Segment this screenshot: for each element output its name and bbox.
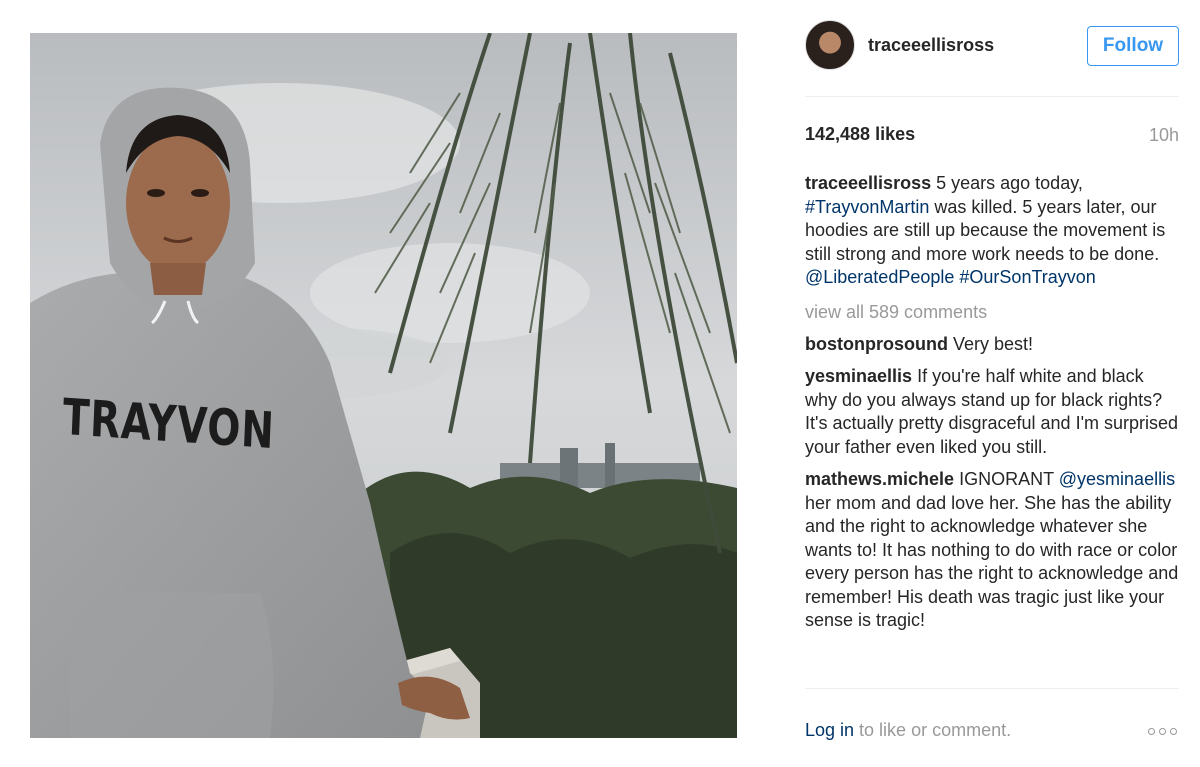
follow-button[interactable]: Follow — [1087, 26, 1179, 66]
more-options-icon[interactable] — [1148, 728, 1177, 735]
avatar[interactable] — [805, 20, 855, 70]
post-timestamp[interactable]: 10h — [1149, 125, 1179, 146]
more-dot — [1148, 728, 1155, 735]
comment-text: Very best! — [953, 333, 1034, 354]
comment-item: bostonprosound Very best! — [805, 333, 1179, 357]
mention-link[interactable]: @LiberatedPeople — [805, 267, 954, 287]
more-dot — [1170, 728, 1177, 735]
hashtag-link[interactable]: #TrayvonMartin — [805, 197, 929, 217]
comments-list[interactable]: traceeellisross 5 years ago today, #Tray… — [805, 172, 1179, 687]
comment-item: yesminaellis If you're half white and bl… — [805, 365, 1179, 459]
post-footer: Log in to like or comment. — [805, 720, 1179, 746]
login-link[interactable]: Log in — [805, 720, 854, 740]
header-divider — [805, 96, 1179, 97]
footer-divider — [805, 688, 1179, 689]
more-dot — [1159, 728, 1166, 735]
view-all-comments-link[interactable]: view all 589 comments — [805, 301, 1179, 324]
likes-count[interactable]: 142,488 likes — [805, 124, 915, 145]
caption-author[interactable]: traceeellisross — [805, 173, 931, 193]
post-stats: 142,488 likes 10h — [805, 124, 1179, 148]
post-header: traceeellisross Follow — [805, 18, 1179, 74]
caption-text: 5 years ago today, — [936, 173, 1083, 193]
login-prompt-text: to like or comment. — [854, 720, 1012, 740]
comment-author[interactable]: mathews.michele — [805, 469, 954, 489]
comment-author[interactable]: bostonprosound — [805, 334, 948, 354]
instagram-post-page: TRAYVON traceeellisross Follow 142,488 l… — [0, 0, 1200, 767]
comment-text: her mom and dad love her. She has the ab… — [805, 492, 1179, 631]
post-photo[interactable]: TRAYVON — [30, 33, 737, 738]
comment-text: IGNORANT — [959, 469, 1059, 489]
login-prompt: Log in to like or comment. — [805, 720, 1179, 741]
comment-author[interactable]: yesminaellis — [805, 366, 912, 386]
post-author-username[interactable]: traceeellisross — [868, 35, 994, 56]
hashtag-link[interactable]: #OurSonTrayvon — [959, 267, 1095, 287]
post-photo-image — [30, 33, 737, 738]
post-sidebar: traceeellisross Follow 142,488 likes 10h… — [805, 0, 1179, 767]
mention-link[interactable]: @yesminaellis — [1059, 469, 1175, 489]
post-caption: traceeellisross 5 years ago today, #Tray… — [805, 172, 1179, 290]
comment-item: mathews.michele IGNORANT @yesminaellis h… — [805, 468, 1179, 633]
